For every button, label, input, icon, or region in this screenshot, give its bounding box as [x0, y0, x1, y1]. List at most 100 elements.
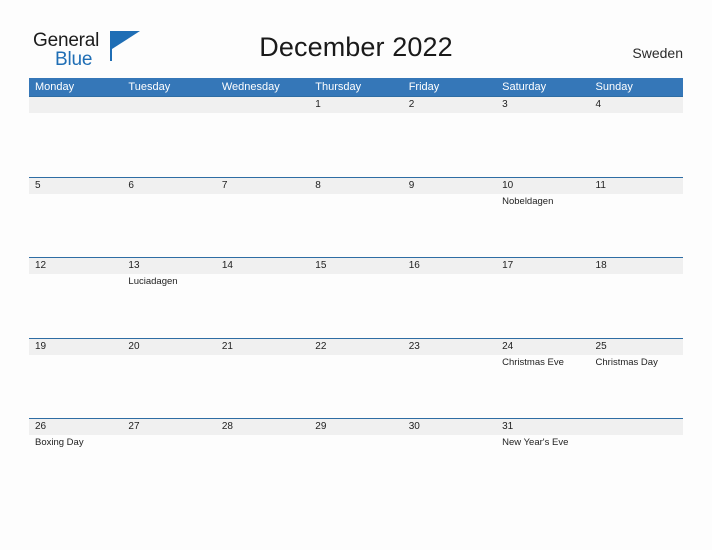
day-cell[interactable] — [29, 274, 122, 337]
day-cell[interactable] — [403, 435, 496, 498]
day-number[interactable]: 8 — [309, 178, 402, 194]
day-cell[interactable]: Christmas Day — [590, 355, 683, 418]
day-number[interactable]: 10 — [496, 178, 589, 194]
calendar-grid: Monday Tuesday Wednesday Thursday Friday… — [29, 78, 683, 499]
week-event-band: Luciadagen — [29, 274, 683, 337]
day-cell[interactable] — [590, 435, 683, 498]
day-number[interactable]: 3 — [496, 97, 589, 113]
weekday-header-row: Monday Tuesday Wednesday Thursday Friday… — [29, 78, 683, 96]
day-event-label: Nobeldagen — [502, 195, 554, 207]
day-cell[interactable] — [216, 274, 309, 337]
day-cell[interactable] — [496, 113, 589, 176]
day-number[interactable] — [29, 97, 122, 113]
day-cell[interactable]: Luciadagen — [122, 274, 215, 337]
week-row: 12 13 14 15 16 17 18 Luciadagen — [29, 257, 683, 338]
day-number[interactable]: 12 — [29, 258, 122, 274]
day-number[interactable]: 20 — [122, 339, 215, 355]
day-cell[interactable] — [403, 194, 496, 257]
day-number[interactable]: 15 — [309, 258, 402, 274]
country-label: Sweden — [632, 45, 683, 61]
page-header: General Blue December 2022 Sweden — [0, 0, 712, 76]
week-row: 19 20 21 22 23 24 25 Christmas Eve Chris… — [29, 337, 683, 419]
day-number[interactable]: 25 — [590, 339, 683, 355]
day-cell[interactable]: Christmas Eve — [496, 355, 589, 418]
page-title: December 2022 — [259, 32, 453, 62]
day-number[interactable]: 11 — [590, 178, 683, 194]
day-cell[interactable] — [309, 435, 402, 498]
day-cell[interactable] — [216, 113, 309, 176]
weekday-header-sunday: Sunday — [595, 81, 633, 93]
weekday-header-saturday: Saturday — [502, 81, 547, 93]
day-number[interactable]: 18 — [590, 258, 683, 274]
calendar-page: General Blue December 2022 Sweden Monday… — [0, 0, 712, 550]
day-cell[interactable] — [309, 274, 402, 337]
week-event-band — [29, 113, 683, 176]
day-cell[interactable] — [309, 355, 402, 418]
day-cell[interactable] — [122, 113, 215, 176]
day-cell[interactable] — [216, 435, 309, 498]
day-cell[interactable] — [496, 274, 589, 337]
day-event-label: New Year's Eve — [502, 437, 569, 448]
day-number[interactable]: 28 — [216, 419, 309, 435]
day-number[interactable]: 26 — [29, 419, 122, 435]
week-date-band: 19 20 21 22 23 24 25 — [29, 338, 683, 355]
day-cell[interactable] — [122, 355, 215, 418]
day-cell[interactable] — [309, 194, 402, 257]
day-number[interactable] — [122, 97, 215, 113]
day-cell[interactable] — [403, 113, 496, 176]
day-cell[interactable] — [403, 355, 496, 418]
day-number[interactable]: 21 — [216, 339, 309, 355]
day-number[interactable]: 14 — [216, 258, 309, 274]
day-cell[interactable]: New Year's Eve — [496, 435, 589, 498]
day-number[interactable]: 23 — [403, 339, 496, 355]
day-event-label: Christmas Day — [595, 356, 658, 368]
week-row: 26 27 28 29 30 31 Boxing Day New Year's … — [29, 418, 683, 499]
week-event-band: Nobeldagen — [29, 193, 683, 257]
day-cell[interactable] — [590, 194, 683, 257]
day-number[interactable]: 9 — [403, 178, 496, 194]
weekday-header-thursday: Thursday — [315, 81, 362, 93]
week-event-band: Boxing Day New Year's Eve — [29, 435, 683, 498]
day-cell[interactable] — [590, 274, 683, 337]
day-cell[interactable]: Boxing Day — [29, 435, 122, 498]
day-cell[interactable] — [403, 274, 496, 337]
day-number[interactable] — [216, 97, 309, 113]
day-number[interactable]: 30 — [403, 419, 496, 435]
day-cell[interactable]: Nobeldagen — [496, 194, 589, 257]
week-event-band: Christmas Eve Christmas Day — [29, 354, 683, 418]
day-number[interactable]: 29 — [309, 419, 402, 435]
day-number[interactable]: 6 — [122, 178, 215, 194]
day-number[interactable]: 2 — [403, 97, 496, 113]
day-cell[interactable] — [29, 194, 122, 257]
day-cell[interactable] — [216, 194, 309, 257]
day-number[interactable]: 17 — [496, 258, 589, 274]
day-number[interactable]: 19 — [29, 339, 122, 355]
day-cell[interactable] — [122, 194, 215, 257]
day-number[interactable]: 22 — [309, 339, 402, 355]
weekday-header-friday: Friday — [408, 81, 440, 93]
day-cell[interactable] — [29, 355, 122, 418]
day-cell[interactable] — [309, 113, 402, 176]
day-number[interactable]: 27 — [122, 419, 215, 435]
week-date-band: 12 13 14 15 16 17 18 — [29, 258, 683, 274]
day-number[interactable]: 7 — [216, 178, 309, 194]
day-number[interactable]: 16 — [403, 258, 496, 274]
weekday-header-tuesday: Tuesday — [128, 81, 171, 93]
day-number[interactable] — [590, 419, 683, 435]
day-number[interactable]: 31 — [496, 419, 589, 435]
week-date-band: 26 27 28 29 30 31 — [29, 419, 683, 435]
week-date-band: 5 6 7 8 9 10 11 — [29, 177, 683, 194]
weekday-header-wednesday: Wednesday — [221, 81, 280, 93]
day-cell[interactable] — [590, 113, 683, 176]
day-number[interactable]: 5 — [29, 178, 122, 194]
day-cell[interactable] — [216, 355, 309, 418]
day-number[interactable]: 4 — [590, 97, 683, 113]
day-cell[interactable] — [122, 435, 215, 498]
day-number[interactable]: 24 — [496, 339, 589, 355]
day-cell[interactable] — [29, 113, 122, 176]
day-event-label: Luciadagen — [128, 276, 178, 287]
day-number[interactable]: 13 — [122, 258, 215, 274]
day-number[interactable]: 1 — [309, 97, 402, 113]
week-date-band: 1 2 3 4 — [29, 97, 683, 113]
day-event-label: Boxing Day — [35, 437, 84, 448]
